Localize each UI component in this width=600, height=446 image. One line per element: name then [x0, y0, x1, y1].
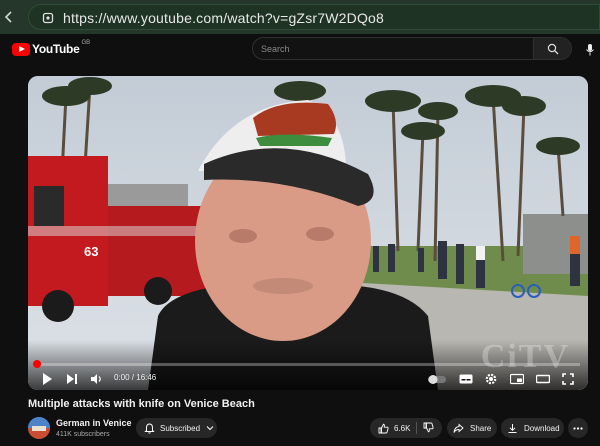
- url-bar[interactable]: https://www.youtube.com/watch?v=gZsr7W2D…: [28, 4, 600, 30]
- dislike-button[interactable]: [423, 422, 434, 435]
- download-button[interactable]: Download: [501, 418, 564, 438]
- thumbs-up-icon: [378, 423, 389, 433]
- channel-name[interactable]: German in Venice: [56, 418, 132, 428]
- volume-icon[interactable]: [91, 372, 103, 384]
- more-actions-button[interactable]: [568, 418, 588, 438]
- like-divider: [416, 422, 418, 434]
- video-title: Multiple attacks with knife on Venice Be…: [28, 398, 255, 410]
- like-count: 6.6K: [394, 423, 411, 433]
- search-input[interactable]: [261, 42, 531, 56]
- like-dislike-group: 6.6K: [370, 418, 442, 438]
- download-icon: [508, 423, 517, 433]
- autoplay-toggle-icon[interactable]: [428, 372, 448, 384]
- youtube-masthead: YouTube GB: [0, 34, 600, 64]
- progress-scrubber[interactable]: [33, 360, 41, 368]
- subscribed-button[interactable]: Subscribed: [136, 418, 217, 438]
- subscribed-label: Subscribed: [160, 423, 201, 433]
- video-player[interactable]: 63 CiTV 0:00 / 16:46: [28, 76, 588, 390]
- youtube-play-logo-icon: [12, 42, 30, 56]
- progress-bar[interactable]: [36, 363, 580, 366]
- more-horizontal-icon: [573, 426, 583, 430]
- play-icon[interactable]: [42, 372, 52, 385]
- region-code: GB: [81, 40, 91, 46]
- like-button[interactable]: 6.6K: [370, 423, 410, 434]
- download-label: Download: [524, 423, 560, 433]
- next-icon[interactable]: [67, 372, 78, 384]
- search-icon: [547, 43, 559, 55]
- miniplayer-icon[interactable]: [509, 372, 525, 385]
- microphone-icon[interactable]: [585, 43, 595, 57]
- url-text[interactable]: https://www.youtube.com/watch?v=gZsr7W2D…: [63, 10, 384, 26]
- subtitles-icon[interactable]: [459, 372, 473, 384]
- share-label: Share: [470, 423, 492, 433]
- truck-number: 63: [84, 244, 98, 259]
- browser-nav-icon[interactable]: [0, 8, 18, 26]
- search-box: [252, 37, 572, 60]
- lock-icon[interactable]: [41, 11, 55, 25]
- settings-gear-icon[interactable]: [485, 372, 497, 385]
- channel-avatar[interactable]: [28, 417, 50, 439]
- youtube-wordmark: YouTube: [32, 42, 80, 56]
- theater-mode-icon[interactable]: [535, 372, 551, 384]
- youtube-logo[interactable]: YouTube GB: [12, 40, 91, 56]
- fullscreen-icon[interactable]: [562, 372, 574, 385]
- subscriber-count: 411K subscribers: [56, 431, 110, 438]
- channel-watermark: CiTV: [480, 338, 570, 375]
- share-icon: [453, 423, 464, 433]
- chevron-down-icon: [206, 426, 214, 431]
- bell-icon: [144, 422, 155, 434]
- search-button[interactable]: [533, 38, 571, 59]
- time-display: 0:00 / 16:46: [114, 373, 157, 382]
- share-button[interactable]: Share: [447, 418, 497, 438]
- thumbs-down-icon: [424, 422, 434, 432]
- browser-address-bar: https://www.youtube.com/watch?v=gZsr7W2D…: [0, 0, 600, 34]
